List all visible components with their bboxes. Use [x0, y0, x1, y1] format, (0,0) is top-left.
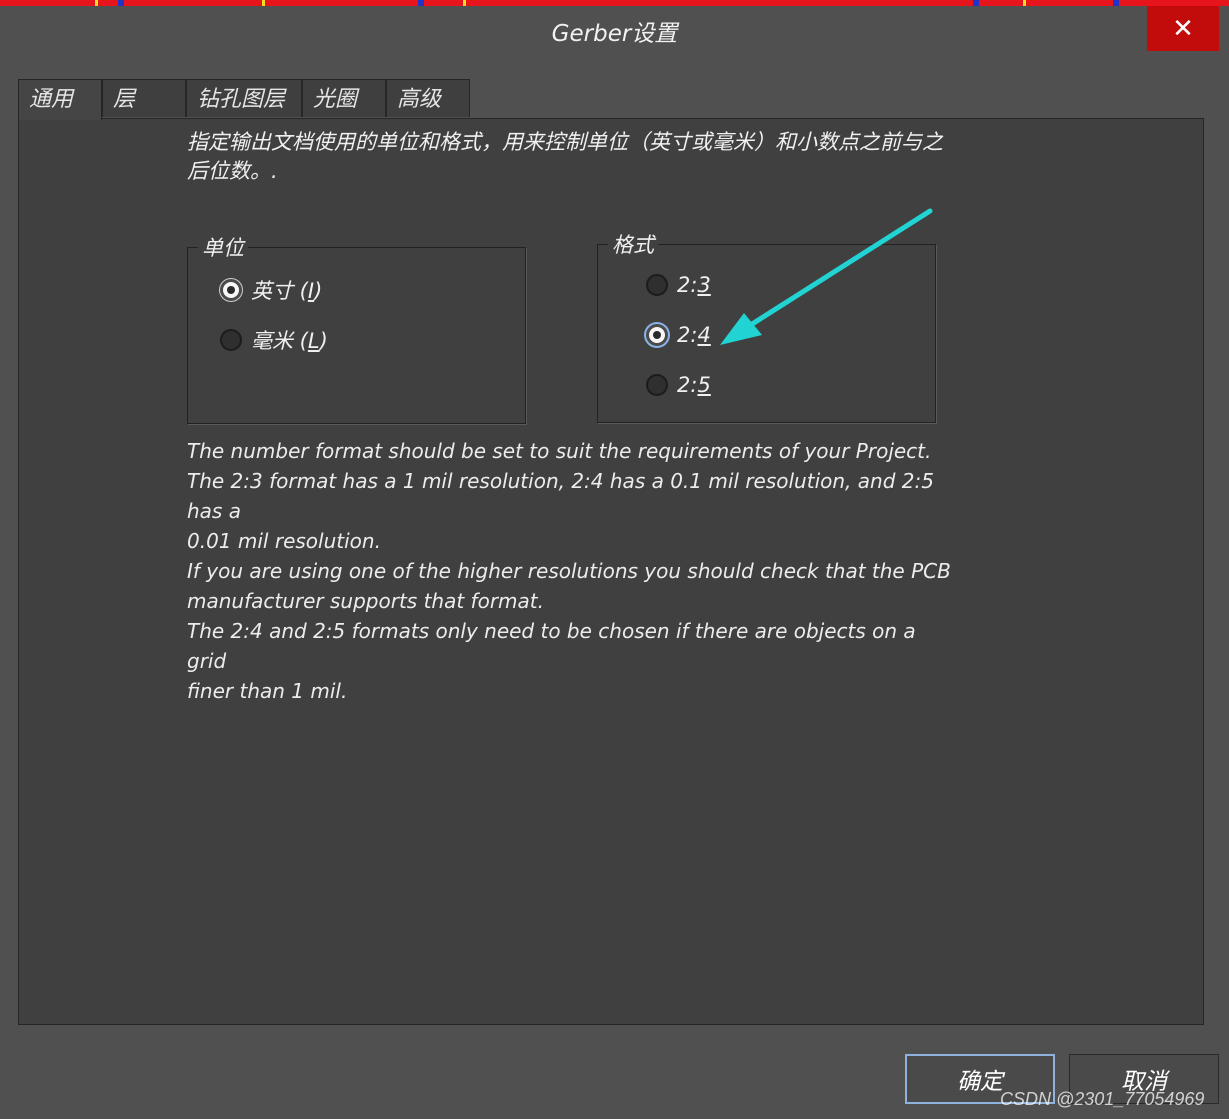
close-icon: ✕ — [1172, 13, 1194, 44]
tab-layers[interactable]: 层 — [102, 79, 186, 117]
shortcut-key: L — [307, 329, 320, 353]
radio-checked-icon — [220, 279, 242, 301]
radio-unchecked-icon — [646, 274, 668, 296]
description-line: If you are using one of the higher resol… — [187, 559, 951, 583]
dialog-title: Gerber设置 — [551, 21, 678, 47]
radio-unchecked-icon — [220, 329, 242, 351]
intro-line: 指定输出文档使用的单位和格式，用来控制单位（英寸或毫米）和小数点之前与之 — [187, 130, 943, 154]
radio-label: 英寸 — [251, 279, 293, 303]
intro-line: 后位数。. — [187, 159, 278, 183]
tab-apertures[interactable]: 光圈 — [302, 79, 386, 117]
shortcut-key: I — [307, 279, 315, 303]
radio-unchecked-icon — [646, 374, 668, 396]
units-legend: 单位 — [202, 236, 244, 260]
shortcut-key: 5 — [697, 373, 711, 397]
description-line: finer than 1 mil. — [187, 679, 348, 703]
units-millimeters-radio[interactable]: 毫米 (L) — [220, 325, 328, 355]
description-line: 0.01 mil resolution. — [187, 529, 381, 553]
format-prefix: 2: — [677, 373, 698, 397]
watermark: CSDN @2301_77054969 — [1000, 1089, 1205, 1109]
description-line: The 2:3 format has a 1 mil resolution, 2… — [187, 469, 934, 523]
intro-text: 指定输出文档使用的单位和格式，用来控制单位（英寸或毫米）和小数点之前与之 后位数… — [187, 128, 1037, 186]
tab-general[interactable]: 通用 — [18, 79, 102, 120]
format-2-5-radio[interactable]: 2:5 — [646, 373, 711, 397]
close-button[interactable]: ✕ — [1147, 6, 1219, 51]
radio-label: 毫米 — [251, 329, 293, 353]
annotation-arrow-icon — [720, 208, 933, 345]
units-inches-radio[interactable]: 英寸 (I) — [220, 275, 322, 305]
description-line: The 2:4 and 2:5 formats only need to be … — [187, 619, 916, 673]
description-line: manufacturer supports that format. — [187, 589, 544, 613]
format-prefix: 2: — [677, 323, 698, 347]
format-description: The number format should be set to suit … — [187, 436, 957, 706]
radio-checked-icon — [646, 324, 668, 346]
format-legend: 格式 — [612, 233, 654, 257]
tab-advanced[interactable]: 高级 — [386, 79, 470, 117]
tab-drill-drawing[interactable]: 钻孔图层 — [186, 79, 302, 117]
description-line: The number format should be set to suit … — [187, 439, 932, 463]
format-prefix: 2: — [677, 273, 698, 297]
